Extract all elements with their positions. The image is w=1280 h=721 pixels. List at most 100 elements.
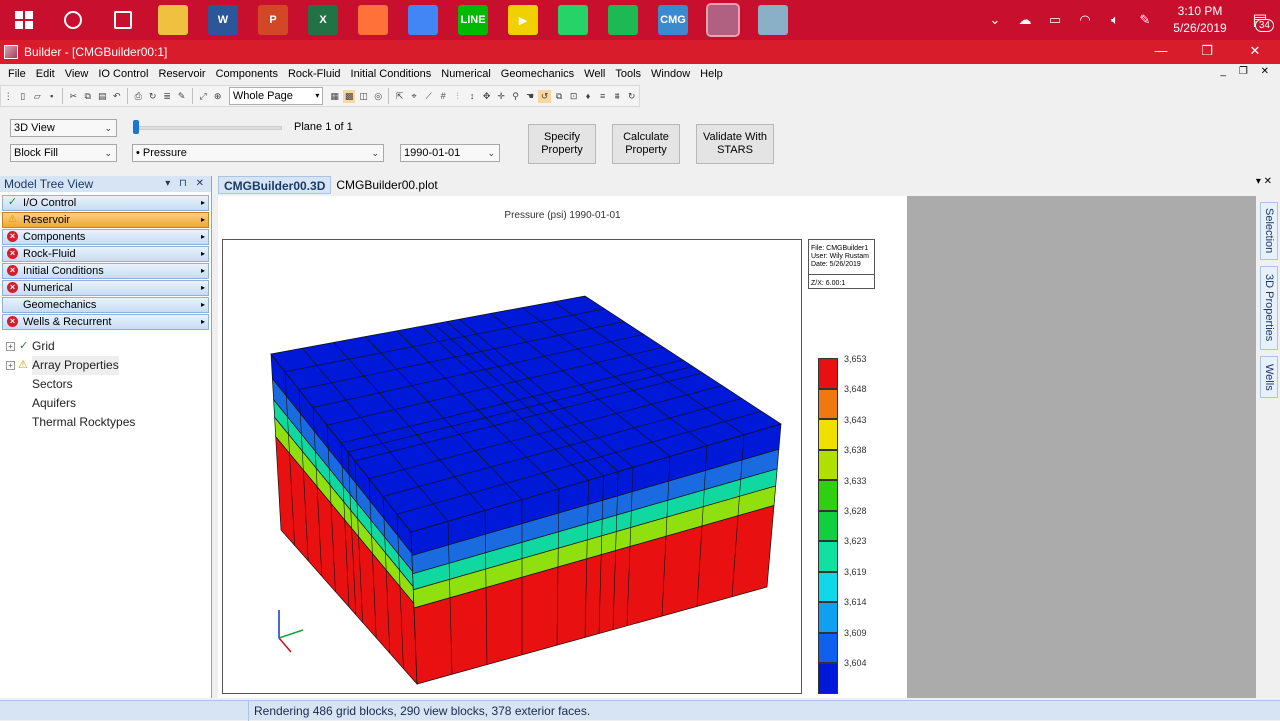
view-mode-select[interactable]: 3D View ⌄ <box>10 119 117 137</box>
menu-well[interactable]: Well <box>579 68 610 80</box>
grid-mode-icon[interactable]: ▩ <box>342 89 356 103</box>
word-icon[interactable]: W <box>208 5 238 35</box>
mdi-controls[interactable]: _ ❐ ✕ <box>1221 66 1274 77</box>
tree-section-geomechanics[interactable]: Geomechanics ▸ <box>2 297 209 313</box>
task-view-icon[interactable] <box>114 11 132 29</box>
new-file-icon[interactable]: ▯ <box>17 90 30 103</box>
property-select[interactable]: • Pressure ⌄ <box>132 144 384 162</box>
select-icon[interactable]: ⇱ <box>393 90 406 103</box>
tab-3d-properties[interactable]: 3D Properties <box>1260 266 1278 350</box>
notifications-icon[interactable]: ▤ 34 <box>1240 10 1280 32</box>
menu-file[interactable]: File <box>3 68 31 80</box>
restore-button[interactable]: ❐ <box>1184 40 1230 64</box>
panel-controls[interactable]: ▾ ⊓ ✕ <box>165 176 207 192</box>
tab-wells[interactable]: Wells <box>1260 356 1278 398</box>
whatsapp-icon[interactable] <box>558 5 588 35</box>
undo-icon[interactable]: ↶ <box>110 90 123 103</box>
menu-components[interactable]: Components <box>211 68 283 80</box>
close-button[interactable]: ✕ <box>1232 40 1278 64</box>
menu-initial-conditions[interactable]: Initial Conditions <box>346 68 437 80</box>
target-icon[interactable]: ◎ <box>372 90 385 103</box>
save-icon[interactable]: ▪ <box>46 90 59 103</box>
volume-icon[interactable]: 🔈︎ <box>1100 12 1130 28</box>
tab-3d[interactable]: CMGBuilder00.3D <box>218 176 332 194</box>
chevron-up-icon[interactable]: ⌄ <box>980 12 1010 28</box>
battery-icon[interactable]: ▭ <box>1040 12 1070 28</box>
zoom-select[interactable]: Whole Page ▾ <box>228 87 324 105</box>
plot-frame[interactable] <box>222 239 802 694</box>
firefox-icon[interactable] <box>358 5 388 35</box>
expand-icon[interactable]: + <box>6 342 15 351</box>
tab-menu-icon[interactable]: ▾ ✕ <box>1256 176 1272 187</box>
layers-icon[interactable]: ≡ <box>596 90 609 103</box>
line-icon[interactable]: LINE <box>458 5 488 35</box>
tab-selection[interactable]: Selection <box>1260 202 1278 260</box>
zoom-icon[interactable]: ⚲ <box>509 90 522 103</box>
calculate-property-button[interactable]: Calculate Property <box>612 124 680 164</box>
file-explorer-icon[interactable] <box>158 5 188 35</box>
powerpoint-icon[interactable]: P <box>258 5 288 35</box>
excel-icon[interactable]: X <box>308 5 338 35</box>
filter-icon[interactable]: ⩩ <box>611 90 624 103</box>
chrome-icon[interactable] <box>408 5 438 35</box>
hand-icon[interactable]: ☚ <box>524 90 537 103</box>
draw-icon[interactable]: ⟋ <box>422 90 435 103</box>
menu-io-control[interactable]: IO Control <box>93 68 153 80</box>
rotate-icon[interactable]: ↺ <box>538 89 551 103</box>
layout-icon[interactable]: ▦ <box>328 90 341 103</box>
cloud-upload-icon[interactable]: ☁ <box>1010 12 1040 28</box>
plane-slider-thumb[interactable] <box>133 120 139 134</box>
player-icon[interactable]: ▶ <box>508 5 538 35</box>
copy-icon[interactable]: ⧉ <box>81 90 94 103</box>
date-select[interactable]: 1990-01-01 ⌄ <box>400 144 500 162</box>
builder-icon[interactable] <box>706 3 740 37</box>
tree-node-array-properties[interactable]: + ⚠ Array Properties <box>0 356 211 375</box>
tree-section-wells-recurrent[interactable]: × Wells & Recurrent ▸ <box>2 314 209 330</box>
reset-icon[interactable]: ↻ <box>625 90 638 103</box>
tree-section-components[interactable]: × Components ▸ <box>2 229 209 245</box>
tree-section-i-o-control[interactable]: ✓ I/O Control ▸ <box>2 195 209 211</box>
cmg-launcher-icon[interactable]: CMG <box>658 5 688 35</box>
menu-rock-fluid[interactable]: Rock-Fluid <box>283 68 346 80</box>
align-icon[interactable]: ⫶ <box>451 90 464 103</box>
cortana-icon[interactable] <box>64 11 82 29</box>
menu-numerical[interactable]: Numerical <box>436 68 496 80</box>
menu-tools[interactable]: Tools <box>610 68 646 80</box>
3d-view-canvas[interactable]: Pressure (psi) 1990-01-01 File: CMGBuild… <box>218 196 907 698</box>
drop-icon[interactable]: ♦ <box>582 90 595 103</box>
lock-icon[interactable]: ⊡ <box>567 90 580 103</box>
clock[interactable]: 3:10 PM 5/26/2019 <box>1160 3 1240 37</box>
tree-section-numerical[interactable]: × Numerical ▸ <box>2 280 209 296</box>
menu-window[interactable]: Window <box>646 68 695 80</box>
refresh-icon[interactable]: ↻ <box>146 90 159 103</box>
move-icon[interactable]: ✥ <box>480 90 493 103</box>
paste-icon[interactable]: ▤ <box>96 90 109 103</box>
grid-icon[interactable]: # <box>437 90 450 103</box>
properties-icon[interactable]: ≣ <box>161 90 174 103</box>
pan-icon[interactable]: ✛ <box>495 90 508 103</box>
tree-section-reservoir[interactable]: ⚠ Reservoir ▸ <box>2 212 209 228</box>
specify-property-button[interactable]: Specify Property <box>528 124 596 164</box>
tree-section-rock-fluid[interactable]: × Rock-Fluid ▸ <box>2 246 209 262</box>
plane-slider-track[interactable] <box>134 126 282 130</box>
tree-node-grid[interactable]: + ✓ Grid <box>0 337 211 356</box>
wifi-icon[interactable]: ◠ <box>1070 12 1100 28</box>
expand-icon[interactable]: + <box>6 361 15 370</box>
menu-edit[interactable]: Edit <box>31 68 60 80</box>
edit-icon[interactable]: ✎ <box>175 90 188 103</box>
camera-icon[interactable]: ◫ <box>357 90 370 103</box>
menu-view[interactable]: View <box>60 68 94 80</box>
zoom-in-icon[interactable]: ⊕ <box>211 90 224 103</box>
open-file-icon[interactable]: ▱ <box>31 90 44 103</box>
pan-vertical-icon[interactable]: ↕ <box>466 90 479 103</box>
notes-icon[interactable] <box>758 5 788 35</box>
spotify-icon[interactable] <box>608 5 638 35</box>
tree-section-initial-conditions[interactable]: × Initial Conditions ▸ <box>2 263 209 279</box>
validate-with-stars-button[interactable]: Validate With STARS <box>696 124 774 164</box>
menu-help[interactable]: Help <box>695 68 728 80</box>
tree-node-thermal-rocktypes[interactable]: Thermal Rocktypes <box>0 413 211 432</box>
tab-plot[interactable]: CMGBuilder00.plot <box>331 176 442 194</box>
fit-icon[interactable]: ⤢ <box>197 90 210 103</box>
print-icon[interactable]: ⎙ <box>132 90 145 103</box>
copy-view-icon[interactable]: ⧉ <box>553 90 566 103</box>
